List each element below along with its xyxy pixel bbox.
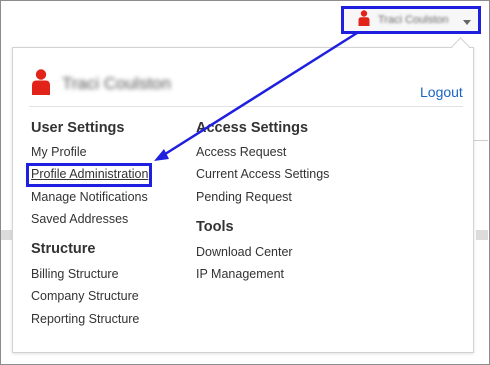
annotation-arrow [154,31,358,161]
